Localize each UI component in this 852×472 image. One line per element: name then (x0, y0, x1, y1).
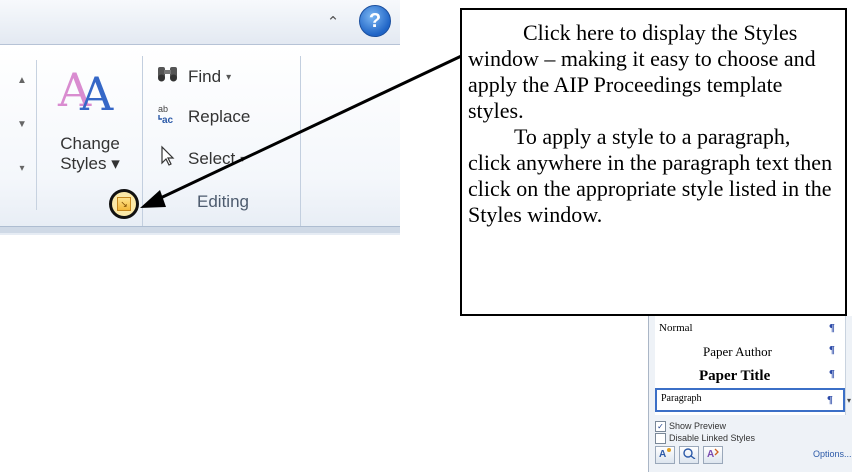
ribbon-crop: ⌃ ? ▲ ▼ ▾ A A Change Styles ▾ Find ▾ ab … (0, 0, 400, 235)
disable-linked-styles-label: Disable Linked Styles (669, 433, 756, 443)
editing-group: Find ▾ ab ac Replace Select ▾ Editing (148, 56, 298, 226)
replace-icon: ab ac (154, 103, 182, 131)
paragraph-mark-icon: ¶ (827, 394, 833, 406)
instruction-callout: Click here to display the Styles window … (460, 8, 847, 316)
find-label: Find (188, 67, 222, 86)
select-button[interactable]: Select ▾ (154, 144, 245, 174)
editing-group-label: Editing (197, 192, 249, 211)
paragraph-mark-icon: ¶ (829, 344, 835, 356)
group-divider (142, 56, 143, 226)
paragraph-mark-icon: ¶ (829, 322, 835, 334)
style-name: Paper Title (699, 368, 771, 384)
gallery-scroll-up-button[interactable]: ▲ (12, 64, 32, 98)
checkbox-checked-icon: ✓ (655, 420, 666, 432)
show-preview-label: Show Preview (669, 421, 727, 431)
replace-label: Replace (188, 107, 251, 126)
select-cursor-icon (154, 145, 182, 173)
binoculars-icon (154, 65, 182, 89)
style-name: Paragraph (661, 393, 702, 404)
disable-linked-styles-checkbox[interactable]: Disable Linked Styles (655, 431, 755, 445)
collapse-ribbon-icon[interactable]: ⌃ (322, 12, 344, 34)
find-dropdown-icon: ▾ (226, 71, 232, 83)
styles-pane: Normal ¶ Paper Author ¶ Paper Title ¶ Pa… (648, 316, 852, 472)
list-scroll-down-icon[interactable]: ▾ (847, 396, 851, 405)
paragraph-mark-icon: ¶ (829, 368, 835, 380)
style-inspector-icon[interactable] (679, 446, 699, 464)
style-list: Normal ¶ Paper Author ¶ Paper Title ¶ Pa… (655, 316, 846, 415)
ribbon-bottom-edge (0, 226, 400, 233)
manage-styles-icon[interactable]: A (703, 446, 723, 464)
style-item-paper-author[interactable]: Paper Author ¶ (655, 340, 845, 364)
checkbox-unchecked-icon (655, 432, 666, 444)
svg-text:ac: ac (162, 115, 174, 125)
change-styles-icon: A A (58, 63, 114, 121)
style-name: Normal (659, 322, 693, 334)
select-label: Select (188, 149, 236, 168)
dialog-launcher-icon[interactable]: ↘ (117, 197, 131, 211)
new-style-icon[interactable]: A (655, 446, 675, 464)
style-item-normal[interactable]: Normal ¶ (655, 318, 845, 342)
svg-text:ab: ab (158, 104, 168, 114)
style-item-paragraph[interactable]: Paragraph ¶ (655, 388, 845, 412)
gallery-scroll-down-button[interactable]: ▼ (12, 108, 32, 142)
find-button[interactable]: Find ▾ (154, 62, 231, 92)
help-icon[interactable]: ? (359, 5, 391, 37)
gallery-more-button[interactable]: ▾ (12, 152, 32, 186)
styles-gallery-scroll: ▲ ▼ ▾ (8, 60, 37, 210)
replace-button[interactable]: ab ac Replace (154, 102, 250, 132)
style-item-paper-title[interactable]: Paper Title ¶ (655, 364, 845, 388)
style-name: Paper Author (703, 344, 772, 359)
callout-paragraph-2: To apply a style to a paragraph, click a… (468, 124, 833, 227)
callout-paragraph-1: Click here to display the Styles window … (468, 20, 816, 123)
select-dropdown-icon: ▾ (240, 153, 246, 165)
group-divider (300, 56, 301, 226)
svg-text:A: A (707, 449, 714, 459)
svg-text:A: A (659, 449, 666, 459)
change-styles-label: Change Styles ▾ (60, 134, 120, 173)
options-link[interactable]: Options... (813, 449, 852, 459)
